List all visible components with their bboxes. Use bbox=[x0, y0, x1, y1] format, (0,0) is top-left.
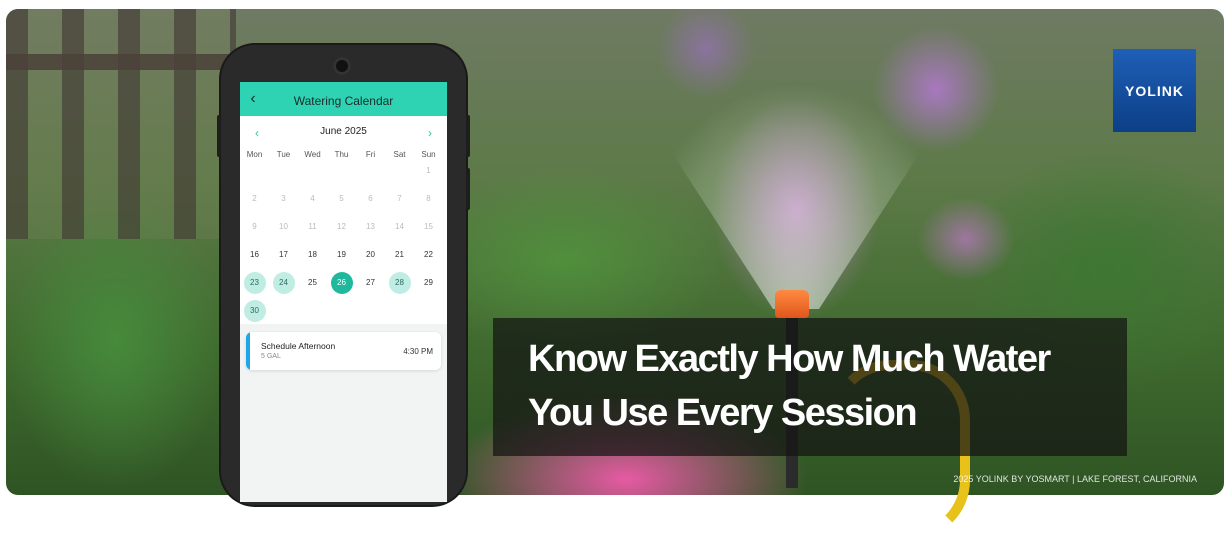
calendar-day[interactable]: 22 bbox=[418, 244, 440, 266]
calendar-day[interactable]: 20 bbox=[360, 244, 382, 266]
weekday-label: Sun bbox=[421, 150, 436, 159]
logo-text: YOLINK bbox=[1125, 82, 1184, 99]
calendar-day[interactable]: 24 bbox=[272, 272, 295, 294]
month-label: June 2025 bbox=[320, 126, 367, 137]
calendar-day[interactable]: 14 bbox=[389, 216, 411, 238]
calendar-day[interactable]: 7 bbox=[389, 188, 411, 210]
weekday-label: Fri bbox=[365, 150, 376, 159]
calendar-day[interactable]: 5 bbox=[331, 188, 353, 210]
calendar-day[interactable]: 27 bbox=[360, 272, 382, 294]
event-color-bar bbox=[246, 332, 250, 370]
calendar-day[interactable]: 9 bbox=[244, 216, 266, 238]
schedule-event-card[interactable]: Schedule Afternoon 5 GAL 4:30 PM bbox=[246, 332, 441, 370]
weekday-label: Tue bbox=[276, 150, 291, 159]
event-title: Schedule Afternoon bbox=[261, 341, 336, 351]
calendar-day[interactable]: 26 bbox=[330, 272, 353, 294]
event-amount: 5 GAL bbox=[261, 353, 281, 360]
headline-line-1: Know Exactly How Much Water bbox=[528, 338, 1051, 380]
headline-line-2: You Use Every Session bbox=[528, 392, 918, 434]
calendar-day[interactable]: 30 bbox=[243, 300, 266, 322]
calendar-day[interactable]: 10 bbox=[273, 216, 295, 238]
calendar-day[interactable]: 21 bbox=[389, 244, 411, 266]
calendar-day[interactable]: 19 bbox=[331, 244, 353, 266]
phone-side-button bbox=[466, 168, 470, 210]
app-screen: ‹ Watering Calendar ‹ June 2025 › Mon Tue… bbox=[240, 82, 447, 502]
calendar-day[interactable]: 8 bbox=[418, 188, 440, 210]
weekday-label: Mon bbox=[246, 150, 263, 159]
yolink-logo[interactable]: YOLINK bbox=[1113, 49, 1196, 132]
calendar-day[interactable]: 29 bbox=[418, 272, 440, 294]
calendar: ‹ June 2025 › Mon Tue Wed Thu Fri Sat Sun 1234… bbox=[240, 116, 447, 324]
footer-text: 2025 YOLINK BY YOSMART | LAKE FOREST, CA… bbox=[953, 474, 1197, 484]
phone-side-button bbox=[466, 115, 470, 157]
calendar-day[interactable]: 23 bbox=[243, 272, 266, 294]
calendar-day[interactable]: 6 bbox=[360, 188, 382, 210]
garden-fence bbox=[6, 9, 236, 239]
weekday-label: Sat bbox=[393, 150, 406, 159]
calendar-day[interactable]: 4 bbox=[302, 188, 324, 210]
calendar-day[interactable]: 13 bbox=[360, 216, 382, 238]
next-month-chevron-right-icon[interactable]: › bbox=[423, 126, 437, 140]
sprinkler-nozzle bbox=[775, 290, 809, 318]
sprinkler-spray bbox=[566, 9, 1026, 309]
calendar-day[interactable]: 3 bbox=[273, 188, 295, 210]
calendar-day[interactable]: 15 bbox=[418, 216, 440, 238]
calendar-day[interactable]: 12 bbox=[331, 216, 353, 238]
app-header: ‹ Watering Calendar bbox=[240, 82, 447, 116]
weekday-label: Wed bbox=[304, 150, 321, 159]
calendar-day[interactable]: 16 bbox=[244, 244, 266, 266]
page-title: Watering Calendar bbox=[293, 94, 394, 108]
calendar-day[interactable]: 11 bbox=[302, 216, 324, 238]
camera-icon bbox=[333, 57, 351, 75]
calendar-day[interactable]: 25 bbox=[302, 272, 324, 294]
calendar-day[interactable]: 28 bbox=[388, 272, 411, 294]
weekday-label: Thu bbox=[334, 150, 349, 159]
calendar-day[interactable]: 18 bbox=[302, 244, 324, 266]
event-time: 4:30 PM bbox=[403, 347, 433, 356]
phone-side-button bbox=[217, 115, 221, 157]
calendar-day[interactable]: 1 bbox=[418, 160, 440, 182]
calendar-day[interactable]: 17 bbox=[273, 244, 295, 266]
calendar-day[interactable]: 2 bbox=[244, 188, 266, 210]
